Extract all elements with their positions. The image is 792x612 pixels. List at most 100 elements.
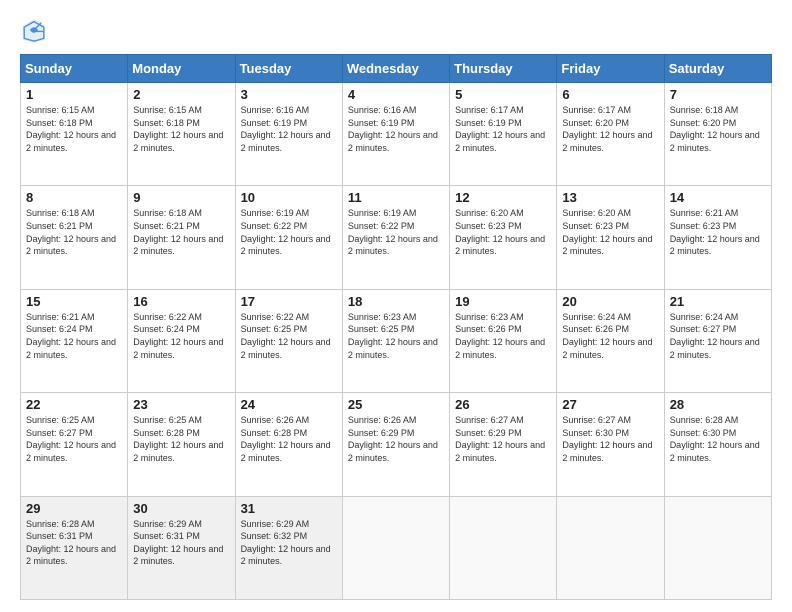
day-info: Sunrise: 6:15 AM Sunset: 6:18 PM Dayligh…	[26, 104, 122, 154]
day-info: Sunrise: 6:19 AM Sunset: 6:22 PM Dayligh…	[241, 207, 337, 257]
day-number: 29	[26, 501, 122, 516]
day-info: Sunrise: 6:29 AM Sunset: 6:31 PM Dayligh…	[133, 518, 229, 568]
calendar-cell: 25 Sunrise: 6:26 AM Sunset: 6:29 PM Dayl…	[342, 393, 449, 496]
logo-icon	[20, 16, 48, 44]
day-number: 31	[241, 501, 337, 516]
calendar-cell: 31 Sunrise: 6:29 AM Sunset: 6:32 PM Dayl…	[235, 496, 342, 599]
calendar-cell: 24 Sunrise: 6:26 AM Sunset: 6:28 PM Dayl…	[235, 393, 342, 496]
day-info: Sunrise: 6:27 AM Sunset: 6:29 PM Dayligh…	[455, 414, 551, 464]
day-number: 11	[348, 190, 444, 205]
day-info: Sunrise: 6:29 AM Sunset: 6:32 PM Dayligh…	[241, 518, 337, 568]
day-info: Sunrise: 6:17 AM Sunset: 6:19 PM Dayligh…	[455, 104, 551, 154]
calendar-header-sunday: Sunday	[21, 55, 128, 83]
day-info: Sunrise: 6:24 AM Sunset: 6:26 PM Dayligh…	[562, 311, 658, 361]
day-info: Sunrise: 6:20 AM Sunset: 6:23 PM Dayligh…	[455, 207, 551, 257]
calendar-cell: 14 Sunrise: 6:21 AM Sunset: 6:23 PM Dayl…	[664, 186, 771, 289]
calendar-cell: 8 Sunrise: 6:18 AM Sunset: 6:21 PM Dayli…	[21, 186, 128, 289]
calendar-header-wednesday: Wednesday	[342, 55, 449, 83]
day-number: 18	[348, 294, 444, 309]
calendar-cell: 29 Sunrise: 6:28 AM Sunset: 6:31 PM Dayl…	[21, 496, 128, 599]
calendar-week-2: 8 Sunrise: 6:18 AM Sunset: 6:21 PM Dayli…	[21, 186, 772, 289]
page: SundayMondayTuesdayWednesdayThursdayFrid…	[0, 0, 792, 612]
day-number: 3	[241, 87, 337, 102]
day-number: 23	[133, 397, 229, 412]
day-info: Sunrise: 6:23 AM Sunset: 6:26 PM Dayligh…	[455, 311, 551, 361]
day-number: 27	[562, 397, 658, 412]
calendar-cell: 22 Sunrise: 6:25 AM Sunset: 6:27 PM Dayl…	[21, 393, 128, 496]
day-number: 26	[455, 397, 551, 412]
day-info: Sunrise: 6:17 AM Sunset: 6:20 PM Dayligh…	[562, 104, 658, 154]
day-info: Sunrise: 6:15 AM Sunset: 6:18 PM Dayligh…	[133, 104, 229, 154]
calendar-cell: 30 Sunrise: 6:29 AM Sunset: 6:31 PM Dayl…	[128, 496, 235, 599]
day-number: 15	[26, 294, 122, 309]
day-info: Sunrise: 6:22 AM Sunset: 6:25 PM Dayligh…	[241, 311, 337, 361]
day-info: Sunrise: 6:21 AM Sunset: 6:24 PM Dayligh…	[26, 311, 122, 361]
calendar-cell: 1 Sunrise: 6:15 AM Sunset: 6:18 PM Dayli…	[21, 83, 128, 186]
day-info: Sunrise: 6:16 AM Sunset: 6:19 PM Dayligh…	[348, 104, 444, 154]
calendar-cell: 9 Sunrise: 6:18 AM Sunset: 6:21 PM Dayli…	[128, 186, 235, 289]
day-info: Sunrise: 6:19 AM Sunset: 6:22 PM Dayligh…	[348, 207, 444, 257]
day-info: Sunrise: 6:25 AM Sunset: 6:28 PM Dayligh…	[133, 414, 229, 464]
day-info: Sunrise: 6:28 AM Sunset: 6:31 PM Dayligh…	[26, 518, 122, 568]
day-number: 4	[348, 87, 444, 102]
day-number: 2	[133, 87, 229, 102]
calendar-cell: 27 Sunrise: 6:27 AM Sunset: 6:30 PM Dayl…	[557, 393, 664, 496]
calendar-table: SundayMondayTuesdayWednesdayThursdayFrid…	[20, 54, 772, 600]
day-info: Sunrise: 6:27 AM Sunset: 6:30 PM Dayligh…	[562, 414, 658, 464]
calendar-cell: 11 Sunrise: 6:19 AM Sunset: 6:22 PM Dayl…	[342, 186, 449, 289]
day-info: Sunrise: 6:24 AM Sunset: 6:27 PM Dayligh…	[670, 311, 766, 361]
calendar-cell: 7 Sunrise: 6:18 AM Sunset: 6:20 PM Dayli…	[664, 83, 771, 186]
calendar-header-row: SundayMondayTuesdayWednesdayThursdayFrid…	[21, 55, 772, 83]
day-number: 10	[241, 190, 337, 205]
day-info: Sunrise: 6:26 AM Sunset: 6:29 PM Dayligh…	[348, 414, 444, 464]
day-number: 19	[455, 294, 551, 309]
calendar-cell: 18 Sunrise: 6:23 AM Sunset: 6:25 PM Dayl…	[342, 289, 449, 392]
day-number: 28	[670, 397, 766, 412]
calendar-header-thursday: Thursday	[450, 55, 557, 83]
day-number: 7	[670, 87, 766, 102]
header	[20, 16, 772, 44]
calendar-week-1: 1 Sunrise: 6:15 AM Sunset: 6:18 PM Dayli…	[21, 83, 772, 186]
calendar-header-saturday: Saturday	[664, 55, 771, 83]
day-info: Sunrise: 6:25 AM Sunset: 6:27 PM Dayligh…	[26, 414, 122, 464]
day-info: Sunrise: 6:22 AM Sunset: 6:24 PM Dayligh…	[133, 311, 229, 361]
calendar-cell: 12 Sunrise: 6:20 AM Sunset: 6:23 PM Dayl…	[450, 186, 557, 289]
day-number: 21	[670, 294, 766, 309]
day-number: 13	[562, 190, 658, 205]
calendar-cell	[557, 496, 664, 599]
day-info: Sunrise: 6:18 AM Sunset: 6:21 PM Dayligh…	[26, 207, 122, 257]
calendar-cell: 4 Sunrise: 6:16 AM Sunset: 6:19 PM Dayli…	[342, 83, 449, 186]
calendar-cell: 26 Sunrise: 6:27 AM Sunset: 6:29 PM Dayl…	[450, 393, 557, 496]
calendar-cell: 28 Sunrise: 6:28 AM Sunset: 6:30 PM Dayl…	[664, 393, 771, 496]
calendar-cell: 16 Sunrise: 6:22 AM Sunset: 6:24 PM Dayl…	[128, 289, 235, 392]
calendar-cell: 15 Sunrise: 6:21 AM Sunset: 6:24 PM Dayl…	[21, 289, 128, 392]
day-number: 5	[455, 87, 551, 102]
day-number: 9	[133, 190, 229, 205]
calendar-cell: 13 Sunrise: 6:20 AM Sunset: 6:23 PM Dayl…	[557, 186, 664, 289]
calendar-cell	[664, 496, 771, 599]
logo	[20, 16, 52, 44]
calendar-cell: 2 Sunrise: 6:15 AM Sunset: 6:18 PM Dayli…	[128, 83, 235, 186]
calendar-cell: 5 Sunrise: 6:17 AM Sunset: 6:19 PM Dayli…	[450, 83, 557, 186]
day-number: 17	[241, 294, 337, 309]
calendar-cell: 10 Sunrise: 6:19 AM Sunset: 6:22 PM Dayl…	[235, 186, 342, 289]
calendar-cell: 19 Sunrise: 6:23 AM Sunset: 6:26 PM Dayl…	[450, 289, 557, 392]
calendar-week-3: 15 Sunrise: 6:21 AM Sunset: 6:24 PM Dayl…	[21, 289, 772, 392]
calendar-week-4: 22 Sunrise: 6:25 AM Sunset: 6:27 PM Dayl…	[21, 393, 772, 496]
day-info: Sunrise: 6:28 AM Sunset: 6:30 PM Dayligh…	[670, 414, 766, 464]
day-number: 1	[26, 87, 122, 102]
day-number: 8	[26, 190, 122, 205]
calendar-cell: 21 Sunrise: 6:24 AM Sunset: 6:27 PM Dayl…	[664, 289, 771, 392]
day-info: Sunrise: 6:26 AM Sunset: 6:28 PM Dayligh…	[241, 414, 337, 464]
day-number: 20	[562, 294, 658, 309]
calendar-cell: 6 Sunrise: 6:17 AM Sunset: 6:20 PM Dayli…	[557, 83, 664, 186]
calendar-cell	[450, 496, 557, 599]
calendar-week-5: 29 Sunrise: 6:28 AM Sunset: 6:31 PM Dayl…	[21, 496, 772, 599]
day-info: Sunrise: 6:21 AM Sunset: 6:23 PM Dayligh…	[670, 207, 766, 257]
day-number: 6	[562, 87, 658, 102]
calendar-cell: 3 Sunrise: 6:16 AM Sunset: 6:19 PM Dayli…	[235, 83, 342, 186]
day-info: Sunrise: 6:23 AM Sunset: 6:25 PM Dayligh…	[348, 311, 444, 361]
day-info: Sunrise: 6:16 AM Sunset: 6:19 PM Dayligh…	[241, 104, 337, 154]
day-number: 22	[26, 397, 122, 412]
day-info: Sunrise: 6:20 AM Sunset: 6:23 PM Dayligh…	[562, 207, 658, 257]
